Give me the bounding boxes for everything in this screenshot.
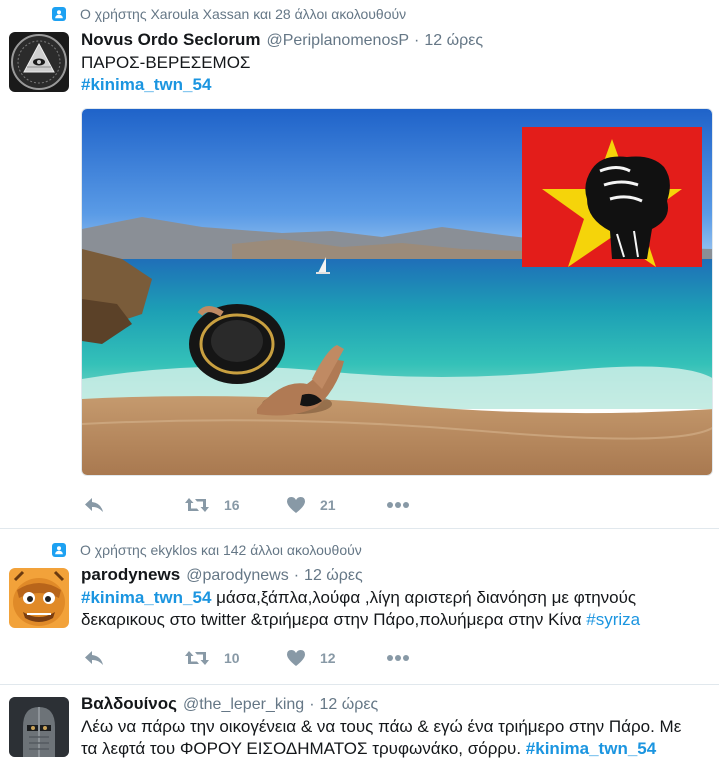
eye-pyramid-icon (9, 32, 69, 92)
tweet-header: Βαλδουίνος @the_leper_king · 12 ώρες (81, 694, 378, 716)
tweet-photo[interactable] (81, 108, 713, 476)
tweet-text-fragment: μάσα,ξάπλα,λούφα ,λίγη αριστερή διανόηση… (211, 588, 637, 607)
reply-button[interactable] (83, 494, 105, 516)
tweet[interactable]: Ο χρήστης Xaroula Xassan και 28 άλλοι ακ… (0, 0, 719, 528)
reply-icon (85, 651, 103, 665)
display-name[interactable]: Βαλδουίνος (81, 694, 177, 714)
separator-dot: · (293, 567, 300, 584)
cartoon-face-icon (9, 568, 69, 628)
more-dots-icon (387, 655, 409, 661)
display-name[interactable]: Novus Ordo Seclorum (81, 30, 260, 50)
retweet-button[interactable]: 16 (184, 494, 240, 516)
social-context-text: Ο χρήστης ekyklos και 142 άλλοι ακολουθο… (80, 542, 362, 558)
heart-icon (287, 650, 305, 666)
beach-photo (82, 109, 712, 475)
tweet-actions: 10 12 (81, 647, 681, 669)
tweet-text-line: ΠΑΡΟΣ-ΒΕΡΕΣΕΜΟΣ (81, 53, 251, 72)
timestamp[interactable]: 12 ώρες (320, 696, 379, 714)
knight-helmet-icon (9, 697, 69, 757)
follow-user-icon (52, 7, 66, 21)
separator-dot: · (414, 32, 420, 49)
hashtag-link[interactable]: #syriza (586, 610, 640, 629)
avatar[interactable] (9, 32, 69, 92)
like-button[interactable]: 12 (286, 647, 336, 669)
username[interactable]: @the_leper_king (183, 696, 304, 714)
tweet-text-fragment: τα λεφτά του ΦΟΡΟΥ ΕΙΣΟΔΗΜΑΤΟΣ τρυφωνάκο… (81, 739, 526, 758)
hashtag-link[interactable]: #kinima_twn_54 (81, 75, 211, 94)
more-button[interactable] (386, 494, 410, 516)
tweet-header: parodynews @parodynews · 12 ώρες (81, 565, 363, 587)
more-button[interactable] (386, 647, 410, 669)
more-dots-icon (387, 502, 409, 508)
username[interactable]: @PeriplanomenosP (266, 32, 409, 50)
tweet-actions: 16 21 (81, 494, 681, 516)
follow-user-icon (52, 543, 66, 557)
social-context[interactable]: Ο χρήστης Xaroula Xassan και 28 άλλοι ακ… (52, 4, 406, 24)
display-name[interactable]: parodynews (81, 565, 180, 585)
timestamp[interactable]: 12 ώρες (424, 32, 483, 50)
reply-button[interactable] (83, 647, 105, 669)
like-count: 12 (320, 650, 336, 666)
tweet-text-line: Λέω να πάρω την οικογένεια & να τους πάω… (81, 717, 682, 736)
tweet-text: Λέω να πάρω την οικογένεια & να τους πάω… (81, 716, 701, 760)
tweet-header: Novus Ordo Seclorum @PeriplanomenosP · 1… (81, 30, 483, 52)
tweet-text: ΠΑΡΟΣ-ΒΕΡΕΣΕΜΟΣ #kinima_twn_54 (81, 52, 701, 96)
username[interactable]: @parodynews (186, 567, 289, 585)
timestamp[interactable]: 12 ώρες (304, 567, 363, 585)
social-context-text: Ο χρήστης Xaroula Xassan και 28 άλλοι ακ… (80, 6, 407, 22)
retweet-count: 10 (224, 650, 240, 666)
reply-icon (85, 498, 103, 512)
hashtag-link[interactable]: #kinima_twn_54 (81, 588, 211, 607)
heart-icon (287, 497, 305, 513)
timeline: Ο χρήστης Xaroula Xassan και 28 άλλοι ακ… (0, 0, 719, 773)
retweet-icon (185, 651, 209, 665)
tweet-text: #kinima_twn_54 μάσα,ξάπλα,λούφα ,λίγη αρ… (81, 587, 701, 631)
tweet-text-fragment: δεκαρικους στο twitter &τριήμερα στην Πά… (81, 610, 587, 629)
avatar[interactable] (9, 697, 69, 757)
avatar[interactable] (9, 568, 69, 628)
like-count: 21 (320, 497, 336, 513)
hashtag-link[interactable]: #kinima_twn_54 (526, 739, 656, 758)
like-button[interactable]: 21 (286, 494, 336, 516)
social-context[interactable]: Ο χρήστης ekyklos και 142 άλλοι ακολουθο… (52, 540, 362, 560)
retweet-icon (185, 498, 209, 512)
tweet[interactable]: Ο χρήστης ekyklos και 142 άλλοι ακολουθο… (0, 529, 719, 684)
separator-dot: · (309, 696, 315, 713)
tweet[interactable]: Βαλδουίνος @the_leper_king · 12 ώρες Λέω… (0, 685, 719, 773)
retweet-count: 16 (224, 497, 240, 513)
retweet-button[interactable]: 10 (184, 647, 240, 669)
